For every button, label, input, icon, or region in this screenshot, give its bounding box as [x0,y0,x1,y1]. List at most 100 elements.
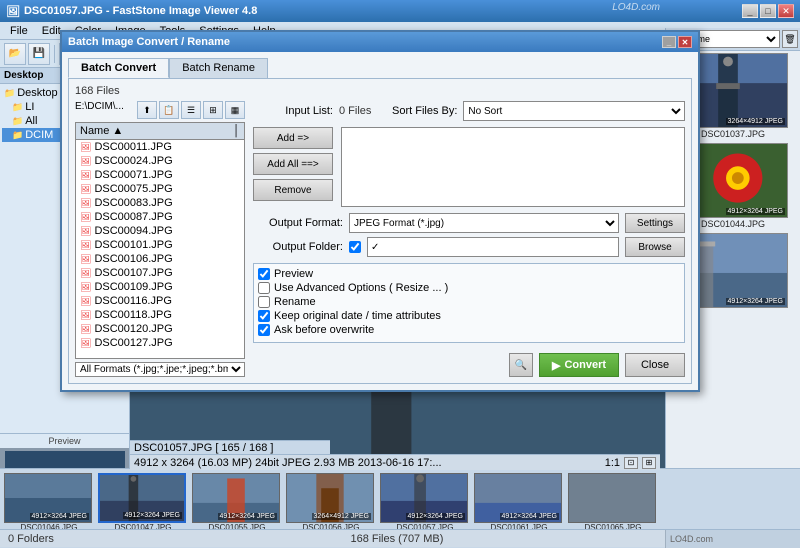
app-icon: 🖼 [6,5,20,18]
output-folder-input[interactable] [367,237,619,257]
dialog-title: Batch Image Convert / Rename [68,36,230,48]
strip-thumb-5[interactable]: 4912×3264 JPEG DSC01061.JPG [474,473,564,525]
window-title: DSC01057.JPG - FastStone Image Viewer 4.… [24,5,257,17]
output-format-row: Output Format: JPEG Format (*.jpg) Setti… [253,213,685,233]
name-column-header: Name ▲ [80,125,123,137]
file-entry-12[interactable]: 🖼DSC00118.JPG [76,308,244,322]
zoom-actual-button[interactable]: ⊞ [642,457,656,469]
strip-res-2: 4912×3264 JPEG [218,513,277,520]
thumb-delete-button[interactable]: 🗑 [782,30,798,48]
strip-thumbnails: 4912×3264 JPEG DSC01046.JPG 4912×3264 JP… [0,469,800,529]
toolbar-save[interactable]: 💾 [28,43,50,65]
tab-batch-convert[interactable]: Batch Convert [68,58,169,78]
preview-checkbox[interactable] [258,268,270,280]
keep-date-checkbox[interactable] [258,310,270,322]
output-folder-checkbox[interactable] [349,241,361,253]
settings-button[interactable]: Settings [625,213,685,233]
file-icon-14: 🖼 [80,338,91,349]
file-list-box[interactable]: Name ▲ │ 🖼DSC00011.JPG 🖼DSC00024.JPG 🖼DS… [75,122,245,359]
file-list-panel: E:\DCIM\... ⬆ 📋 ☰ ⊞ ▦ Name ▲ │ [75,101,245,377]
output-format-select[interactable]: JPEG Format (*.jpg) [349,213,619,233]
file-icon-7: 🖼 [80,240,91,251]
file-entry-13[interactable]: 🖼DSC00120.JPG [76,322,244,336]
strip-svg-6 [569,473,655,523]
tab-batch-rename[interactable]: Batch Rename [169,58,268,78]
folder-up-button[interactable]: ⬆ [137,101,157,119]
dialog-body: Batch Convert Batch Rename 168 Files E:\… [62,52,698,390]
add-button[interactable]: Add => [253,127,333,149]
dialog-close[interactable]: ✕ [678,36,692,48]
output-section: Output Format: JPEG Format (*.jpg) Setti… [253,213,685,257]
ask-overwrite-checkbox[interactable] [258,324,270,336]
strip-res-0: 4912×3264 JPEG [30,513,89,520]
watermark: LO4D.com [612,2,660,13]
ask-overwrite-label: Ask before overwrite [274,324,374,336]
input-list-row: Input List: 0 Files Sort Files By: No So… [253,101,685,121]
file-entry-14[interactable]: 🖼DSC00127.JPG [76,336,244,350]
view-list-button[interactable]: ☰ [181,101,201,119]
strip-thumb-4[interactable]: 4912×3264 JPEG DSC01057.JPG [380,473,470,525]
thumb-res-0: 3264×4912 JPEG [726,118,785,125]
rename-checkbox[interactable] [258,296,270,308]
file-entry-8[interactable]: 🖼DSC00106.JPG [76,252,244,266]
strip-img-3: 3264×4912 JPEG [286,473,374,523]
menu-file[interactable]: File [4,24,34,38]
file-icon-5: 🖼 [80,212,91,223]
close-dialog-button[interactable]: Close [625,353,685,377]
convert-button[interactable]: ▶ Convert [539,353,619,377]
folder-icon: 📁 [4,88,15,99]
file-icon-13: 🖼 [80,324,91,335]
file-entry-6[interactable]: 🖼DSC00094.JPG [76,224,244,238]
input-list-value: 0 Files [339,105,371,117]
add-all-button[interactable]: Add All ==> [253,153,333,175]
file-entry-0[interactable]: 🖼DSC00011.JPG [76,140,244,154]
copy-button[interactable]: 📋 [159,101,179,119]
file-entry-1[interactable]: 🖼DSC00024.JPG [76,154,244,168]
info-button[interactable]: 🔍 [509,353,533,377]
file-entry-5[interactable]: 🖼DSC00087.JPG [76,210,244,224]
file-icon-9: 🖼 [80,268,91,279]
view-detail-button[interactable]: ⊞ [203,101,223,119]
strip-img-2: 4912×3264 JPEG [192,473,280,523]
sort-select[interactable]: No Sort [463,101,685,121]
file-icon-10: 🖼 [80,282,91,293]
tree-label-dcim: DCIM [25,129,53,141]
sort-label: Sort Files By: [377,105,457,117]
file-icon-3: 🖼 [80,184,91,195]
advanced-options-row: Use Advanced Options ( Resize ... ) [258,282,680,294]
strip-thumb-6[interactable]: DSC01065.JPG [568,473,658,525]
thumb-res-1: 4912×3264 JPEG [726,208,785,215]
file-entry-9[interactable]: 🖼DSC00107.JPG [76,266,244,280]
keep-date-row: Keep original date / time attributes [258,310,680,322]
zoom-fit-button[interactable]: ⊡ [624,457,638,469]
maximize-button[interactable]: □ [760,4,776,18]
remove-button[interactable]: Remove [253,179,333,201]
file-entry-4[interactable]: 🖼DSC00083.JPG [76,196,244,210]
close-button[interactable]: ✕ [778,4,794,18]
file-entry-2[interactable]: 🖼DSC00071.JPG [76,168,244,182]
dialog-minimize[interactable]: _ [662,36,676,48]
output-folder-row: Output Folder: Browse [253,237,685,257]
current-filename: DSC01057.JPG [ 165 / 168 ] [134,442,273,454]
format-filter-select[interactable]: All Formats (*.jpg;*.jpe;*.jpeg;*.bmp [75,362,245,377]
minimize-button[interactable]: _ [742,4,758,18]
file-entry-11[interactable]: 🖼DSC00116.JPG [76,294,244,308]
strip-thumb-1[interactable]: 4912×3264 JPEG DSC01047.JPG [98,473,188,525]
strip-thumb-0[interactable]: 4912×3264 JPEG DSC01046.JPG [4,473,94,525]
browse-button[interactable]: Browse [625,237,685,257]
image-info: 4912 x 3264 (16.03 MP) 24bit JPEG 2.93 M… [134,457,442,469]
arrow-buttons: Add => Add All ==> Remove [253,127,333,207]
advanced-options-checkbox[interactable] [258,282,270,294]
view-thumb-button[interactable]: ▦ [225,101,245,119]
strip-thumb-2[interactable]: 4912×3264 JPEG DSC01055.JPG [192,473,282,525]
toolbar-open[interactable]: 📂 [4,43,26,65]
input-list-box[interactable] [341,127,685,207]
strip-thumb-3[interactable]: 3264×4912 JPEG DSC01056.JPG [286,473,376,525]
file-entry-7[interactable]: 🖼DSC00101.JPG [76,238,244,252]
file-entry-10[interactable]: 🖼DSC00109.JPG [76,280,244,294]
strip-res-4: 4912×3264 JPEG [406,513,465,520]
tree-label-li: LI [25,101,34,113]
file-entry-3[interactable]: 🖼DSC00075.JPG [76,182,244,196]
files-count: 168 Files [75,85,685,97]
folder-icon-dcim: 📁 [12,130,23,141]
